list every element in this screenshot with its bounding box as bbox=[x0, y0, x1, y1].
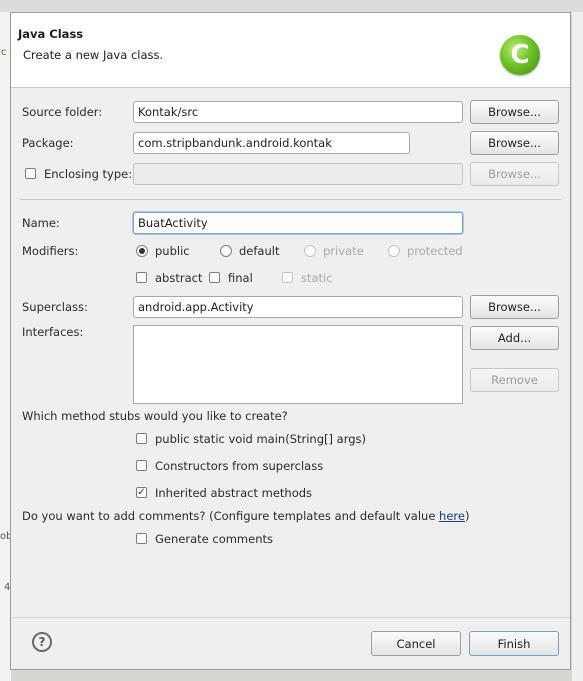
modifier-public-radio[interactable] bbox=[136, 245, 148, 257]
background-window-titlebar bbox=[0, 0, 583, 12]
configure-templates-link[interactable]: here bbox=[439, 509, 465, 523]
cancel-button[interactable]: Cancel bbox=[371, 631, 461, 656]
source-folder-browse-button[interactable]: Browse... bbox=[470, 100, 559, 124]
background-right-strip bbox=[572, 12, 583, 681]
interfaces-label: Interfaces: bbox=[22, 325, 84, 339]
comments-question-text: Do you want to add comments? (Configure … bbox=[22, 509, 440, 523]
modifier-public-label: public bbox=[155, 244, 190, 258]
generate-comments-checkbox[interactable] bbox=[136, 533, 147, 544]
package-label: Package: bbox=[22, 136, 74, 150]
generate-comments-label: Generate comments bbox=[155, 532, 273, 546]
modifiers-label: Modifiers: bbox=[22, 244, 79, 258]
stub-inherited-label: Inherited abstract methods bbox=[155, 486, 313, 500]
enclosing-type-checkbox[interactable] bbox=[25, 168, 36, 179]
java-class-wizard-icon: C bbox=[500, 35, 540, 75]
separator bbox=[20, 199, 561, 200]
stub-main-checkbox[interactable] bbox=[136, 433, 147, 444]
modifier-abstract-label: abstract bbox=[155, 271, 203, 285]
help-icon[interactable]: ? bbox=[32, 632, 52, 652]
radio-selected-dot bbox=[139, 248, 145, 254]
enclosing-type-input[interactable] bbox=[133, 163, 463, 185]
stub-constructors-label: Constructors from superclass bbox=[155, 459, 324, 473]
checkmark-icon: ✓ bbox=[137, 486, 146, 498]
enclosing-type-label: Enclosing type: bbox=[44, 167, 133, 181]
class-name-input[interactable]: BuatActivity bbox=[133, 212, 463, 234]
method-stubs-question: Which method stubs would you like to cre… bbox=[22, 409, 288, 423]
modifier-private-radio[interactable] bbox=[304, 245, 316, 257]
modifier-abstract-checkbox[interactable] bbox=[136, 272, 147, 283]
stub-constructors-checkbox[interactable] bbox=[136, 460, 147, 471]
interfaces-add-button[interactable]: Add... bbox=[470, 326, 559, 350]
superclass-browse-button[interactable]: Browse... bbox=[470, 295, 559, 319]
comments-question-end: ) bbox=[464, 509, 470, 523]
wizard-description: Create a new Java class. bbox=[23, 48, 164, 62]
modifier-final-label: final bbox=[228, 271, 253, 285]
package-input[interactable]: com.stripbandunk.android.kontak bbox=[133, 132, 410, 154]
modifier-protected-label: protected bbox=[407, 244, 463, 258]
modifier-protected-radio[interactable] bbox=[388, 245, 400, 257]
interfaces-remove-button[interactable]: Remove bbox=[470, 368, 559, 392]
stub-main-label: public static void main(String[] args) bbox=[155, 432, 366, 446]
name-label: Name: bbox=[22, 216, 60, 230]
superclass-input[interactable]: android.app.Activity bbox=[133, 296, 463, 318]
stub-inherited-checkbox[interactable]: ✓ bbox=[136, 487, 147, 498]
comments-question: Do you want to add comments? (Configure … bbox=[22, 509, 469, 523]
modifier-static-label: static bbox=[301, 271, 333, 285]
modifier-static-checkbox[interactable] bbox=[282, 272, 293, 283]
modifier-default-radio[interactable] bbox=[220, 245, 232, 257]
source-folder-label: Source folder: bbox=[22, 105, 103, 119]
finish-button[interactable]: Finish bbox=[469, 631, 559, 656]
modifier-final-checkbox[interactable] bbox=[209, 272, 220, 283]
package-browse-button[interactable]: Browse... bbox=[470, 131, 559, 155]
interfaces-list[interactable] bbox=[133, 325, 463, 404]
modifier-private-label: private bbox=[323, 244, 364, 258]
wizard-title: Java Class bbox=[18, 27, 84, 41]
source-folder-input[interactable]: Kontak/src bbox=[133, 101, 463, 123]
modifier-default-label: default bbox=[239, 244, 280, 258]
footer-separator bbox=[11, 617, 570, 618]
superclass-label: Superclass: bbox=[22, 300, 88, 314]
enclosing-type-browse-button[interactable]: Browse... bbox=[470, 162, 559, 186]
background-fragment: c bbox=[1, 47, 7, 58]
